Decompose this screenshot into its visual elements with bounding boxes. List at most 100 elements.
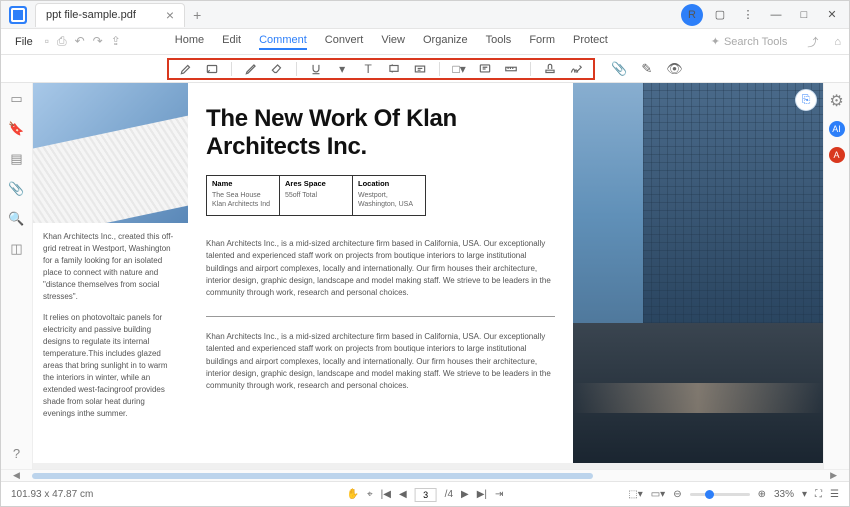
workspace: ▭ 🔖 ▤ 📎 🔍 ◫ ? Khan Architects Inc., crea… [1,83,849,469]
titlebar: ppt file-sample.pdf × + R ▢ ⋮ — □ ✕ [1,1,849,29]
left-paragraph-1: Khan Architects Inc., created this off-g… [43,231,178,303]
body-paragraph-1: Khan Architects Inc., is a mid-sized arc… [206,238,555,300]
horizontal-scrollbar[interactable]: ◀ ▶ [1,469,849,481]
prev-page-icon[interactable]: ◀ [399,489,407,500]
zoom-value: 33% [774,489,794,500]
translate-badge-icon[interactable]: A [829,147,845,163]
fit-width-icon[interactable]: ⬚▾ [628,489,642,500]
edit-comment-icon[interactable]: ✎ [641,61,652,77]
text-icon[interactable]: T [361,62,375,76]
add-tab-button[interactable]: + [193,7,201,23]
hand-tool-icon[interactable]: ✋ [347,489,359,500]
select-tool-icon[interactable]: ⌖ [367,489,373,500]
thumbnails-icon[interactable]: ▭ [10,91,22,107]
zoom-out-icon[interactable]: ⊖ [673,489,681,500]
view-mode-icon[interactable]: ▭▾ [651,489,665,500]
zoom-in-icon[interactable]: ⊕ [758,489,766,500]
layers-icon[interactable]: ▤ [10,151,22,167]
body-paragraph-2: Khan Architects Inc., is a mid-sized arc… [206,331,555,393]
page-number-input[interactable] [415,488,437,502]
share-icon[interactable]: ⤴ [807,34,818,50]
search-tools[interactable]: ✦ Search Tools [711,35,788,48]
info-table: NameThe Sea House Klan Architects IndAre… [206,175,426,216]
right-sidebar: ⚙ AI A [823,83,849,469]
kebab-menu-icon[interactable]: ⋮ [737,4,759,26]
close-window-button[interactable]: ✕ [821,4,843,26]
feedback-icon[interactable]: ▢ [709,4,731,26]
scrollbar-thumb[interactable] [32,473,594,479]
file-menu[interactable]: File [9,36,39,48]
menu-tab-view[interactable]: View [381,34,405,50]
scroll-left-icon[interactable]: ◀ [13,470,20,481]
text-box-icon[interactable] [413,62,427,76]
first-page-icon[interactable]: |◀ [381,489,391,500]
ai-badge-icon[interactable]: AI [829,121,845,137]
note-icon[interactable] [478,62,492,76]
comment-toolbar: ▾ T □▾ 📎 ✎ 👁 [1,55,849,83]
maximize-button[interactable]: □ [793,4,815,26]
menu-tab-form[interactable]: Form [529,34,555,50]
text-callout-icon[interactable] [387,62,401,76]
divider [206,316,555,317]
menu-tab-comment[interactable]: Comment [259,34,307,50]
cursor-coordinates: 101.93 x 47.87 cm [11,489,93,500]
zoom-slider[interactable] [690,493,750,496]
search-placeholder: Search Tools [724,36,787,48]
menu-tab-tools[interactable]: Tools [486,34,512,50]
save-icon[interactable]: ▫ [45,34,49,49]
jump-icon[interactable]: ⇥ [495,489,503,500]
info-col: Ares Space55off Total [280,176,353,215]
eraser-icon[interactable] [270,62,284,76]
help-icon[interactable]: ? [13,446,20,461]
cloud-icon[interactable]: ⌂ [834,36,841,48]
redo-icon[interactable]: ↷ [93,34,103,49]
area-highlight-icon[interactable] [205,62,219,76]
shape-icon[interactable]: □▾ [452,62,466,76]
signature-icon[interactable] [569,62,583,76]
highlighter-icon[interactable] [179,62,193,76]
building-image-left [33,83,188,223]
info-col: LocationWestport, Washington, USA [353,176,425,215]
next-page-icon[interactable]: ▶ [461,489,469,500]
settings-slider-icon[interactable]: ⚙ [829,91,843,111]
menu-tab-protect[interactable]: Protect [573,34,608,50]
menu-tab-organize[interactable]: Organize [423,34,468,50]
menu-tab-convert[interactable]: Convert [325,34,364,50]
annotation-tools-highlighted: ▾ T □▾ [167,58,595,80]
pencil-icon[interactable] [244,62,258,76]
stamp-icon[interactable] [543,62,557,76]
underline-icon[interactable] [309,62,323,76]
tab-filename: ppt file-sample.pdf [46,9,136,21]
3d-icon[interactable]: ◫ [10,241,22,257]
document-viewport[interactable]: Khan Architects Inc., created this off-g… [33,83,823,469]
reading-mode-icon[interactable]: ☰ [830,489,839,500]
strikethrough-icon[interactable]: ▾ [335,62,349,76]
bookmarks-icon[interactable]: 🔖 [8,121,24,137]
floating-action-button[interactable]: ⎘ [795,89,817,111]
print-icon[interactable]: ⎙ [57,34,67,49]
attachments-panel-icon[interactable]: 📎 [8,181,24,197]
minimize-button[interactable]: — [765,4,787,26]
fit-page-icon[interactable]: ⛶ [815,489,822,500]
last-page-icon[interactable]: ▶| [477,489,487,500]
page-total: /4 [445,489,453,500]
quick-access-toolbar: ▫ ⎙ ↶ ↷ ⇪ [45,34,121,49]
menu-tab-edit[interactable]: Edit [222,34,241,50]
left-sidebar: ▭ 🔖 ▤ 📎 🔍 ◫ ? [1,83,33,469]
left-paragraph-2: It relies on photovoltaic panels for ele… [43,312,178,420]
search-panel-icon[interactable]: 🔍 [8,211,24,227]
building-image-right [573,83,823,463]
menu-tab-home[interactable]: Home [175,34,204,50]
attachment-icon[interactable]: 📎 [611,61,627,77]
show-comments-icon[interactable]: 👁 [666,61,683,77]
undo-icon[interactable]: ↶ [75,34,85,49]
document-tab[interactable]: ppt file-sample.pdf × [35,3,185,27]
export-icon[interactable]: ⇪ [111,34,121,49]
info-col: NameThe Sea House Klan Architects Ind [207,176,280,215]
close-tab-icon[interactable]: × [166,7,174,23]
user-avatar[interactable]: R [681,4,703,26]
measure-icon[interactable] [504,62,518,76]
scroll-right-icon[interactable]: ▶ [830,470,837,481]
page-content: Khan Architects Inc., created this off-g… [33,83,823,463]
statusbar: 101.93 x 47.87 cm ✋ ⌖ |◀ ◀ /4 ▶ ▶| ⇥ ⬚▾ … [1,481,849,507]
